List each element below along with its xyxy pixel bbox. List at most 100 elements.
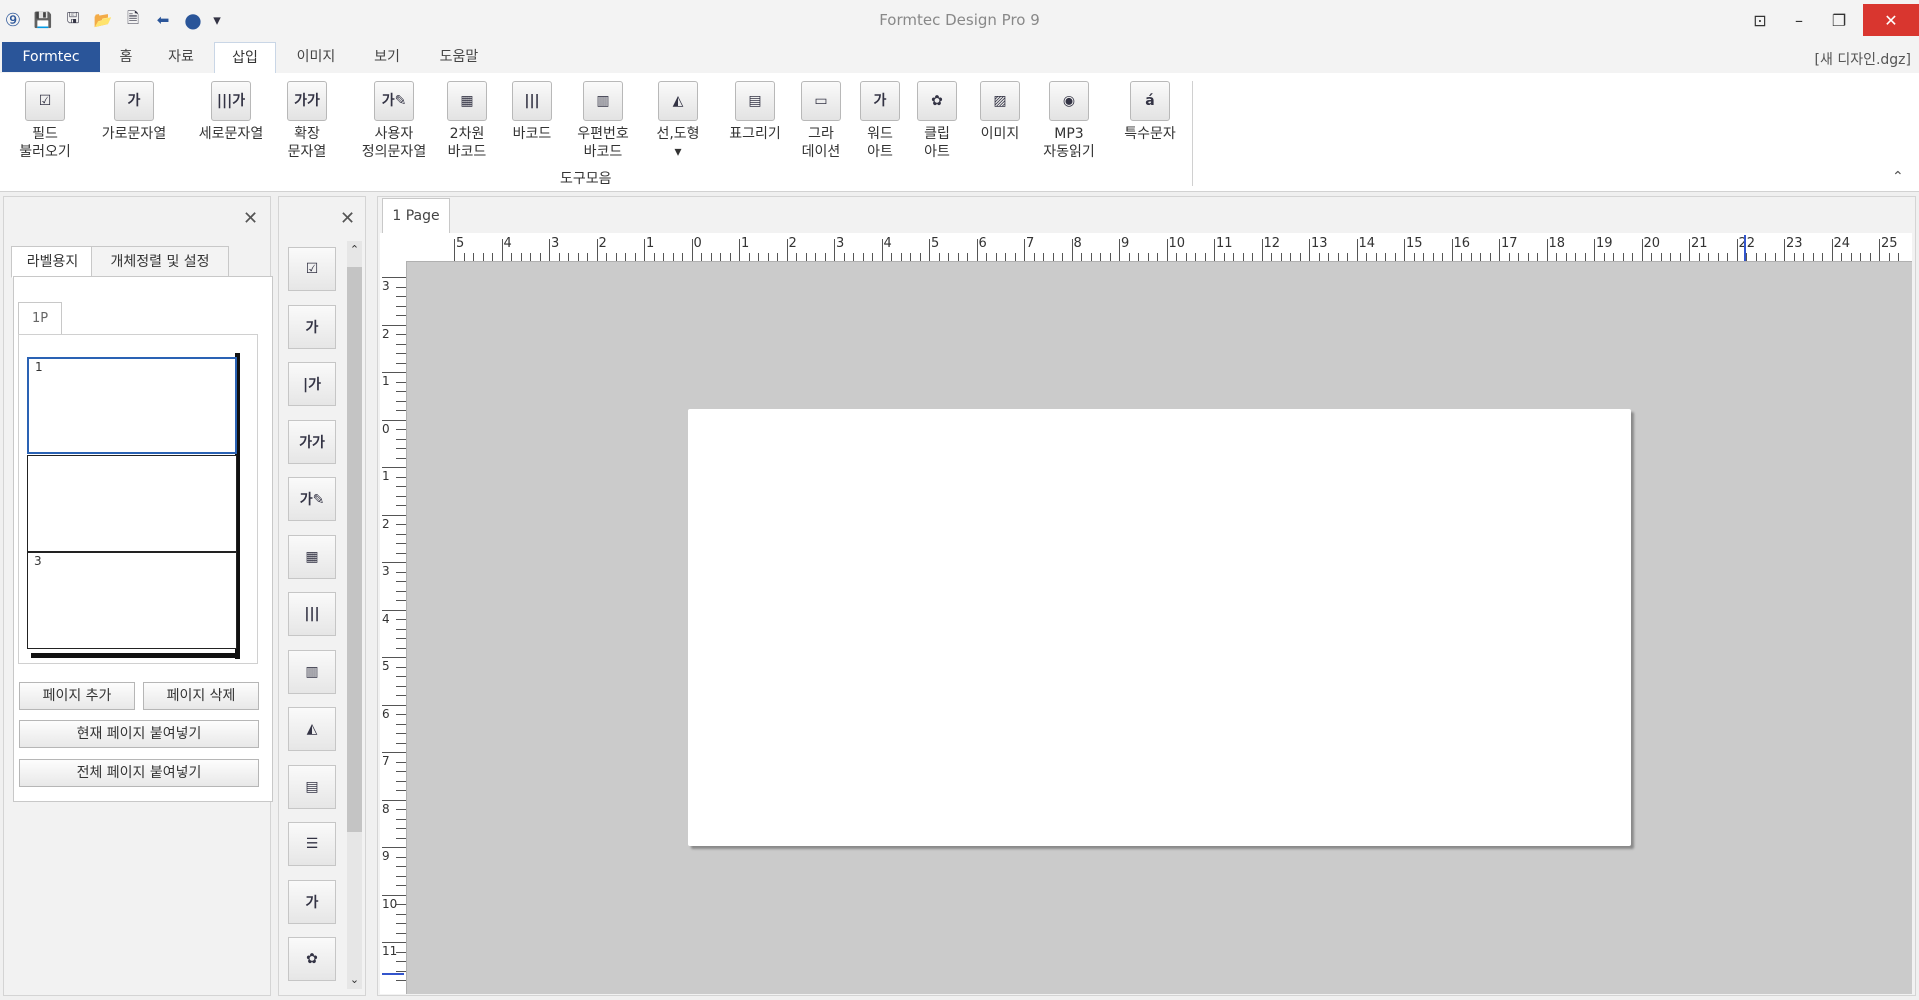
ruler-tick	[1527, 253, 1529, 261]
ruler-tick	[1394, 253, 1396, 261]
ruler-label: 2	[382, 326, 390, 341]
ruler-tick	[1432, 253, 1434, 261]
ruler-tick	[1119, 239, 1120, 261]
ruler-tick	[853, 253, 854, 261]
ruler-tick	[1499, 239, 1500, 261]
ribbon-button[interactable]: ☑ 필드 불러오기	[10, 81, 80, 161]
ruler-tick	[396, 809, 406, 810]
label-cell[interactable]: 1	[27, 357, 237, 454]
ruler-tick	[1024, 239, 1025, 261]
ruler-tick	[396, 970, 406, 972]
ribbon-button[interactable]: ◭ 선,도형 ▾	[648, 81, 708, 161]
ruler-label: 7	[1026, 236, 1035, 251]
tab-formtec[interactable]: Formtec	[2, 42, 100, 72]
tab-data[interactable]: 자료	[160, 42, 202, 72]
tool-panel-close-icon[interactable]: ✕	[340, 208, 355, 229]
ruler-tick	[530, 253, 531, 261]
tab-1-page[interactable]: 1 Page	[382, 198, 450, 233]
custom-text-tool[interactable]: 가✎	[288, 477, 336, 521]
barcode-tool[interactable]: |||	[288, 592, 336, 636]
ruler-tick	[396, 980, 406, 981]
vertical-text-tool[interactable]: |가	[288, 362, 336, 406]
tab-home[interactable]: 홈	[108, 42, 144, 72]
gradation-tool[interactable]: ☰	[288, 822, 336, 866]
ribbon-button[interactable]: 가가 확장 문자열	[282, 81, 332, 161]
clip-art-tool[interactable]: ✿	[288, 937, 336, 981]
ribbon-button[interactable]: ▤ 표그리기	[720, 81, 790, 143]
ribbon-button[interactable]: á 특수문자	[1110, 81, 1190, 143]
ribbon-button[interactable]: |||가 세로문자열	[186, 81, 276, 143]
qr-code-tool[interactable]: ▦	[288, 534, 336, 579]
ribbon-button[interactable]: ||| 바코드	[502, 81, 562, 143]
restore-button[interactable]: ❐	[1816, 4, 1862, 36]
delete-page-button[interactable]: 페이지 삭제	[143, 682, 259, 710]
paste-all-pages-button[interactable]: 전체 페이지 붙여넣기	[19, 759, 259, 787]
scroll-up-icon[interactable]: ⌃	[347, 243, 362, 256]
ribbon-button[interactable]: 가✎ 사용자 정의문자열	[354, 81, 434, 161]
label-sheet[interactable]	[688, 409, 1631, 846]
tab-insert[interactable]: 삽입	[214, 42, 276, 74]
tab-help[interactable]: 도움말	[430, 42, 488, 72]
horizontal-text-tool[interactable]: 가	[288, 304, 336, 349]
ruler-tick	[396, 362, 406, 364]
ruler-label: 13	[1311, 236, 1328, 251]
ribbon-button-label: 그라	[808, 126, 834, 142]
ribbon-button[interactable]: ▨ 이미지	[970, 81, 1030, 143]
scroll-down-icon[interactable]: ⌄	[347, 973, 362, 986]
word-art-tool[interactable]: 가	[288, 879, 336, 924]
extended-text-tool[interactable]: 가가	[288, 419, 336, 464]
ribbon-button-icon: 가	[114, 81, 154, 121]
ruler-tick	[396, 866, 406, 867]
ruler-tick	[1356, 239, 1358, 261]
ribbon-button[interactable]: ▥ 우편번호 바코드	[568, 81, 638, 161]
ruler-tick	[382, 942, 406, 943]
ribbon-collapse-icon[interactable]: ⌃	[1892, 169, 1904, 185]
paste-current-page-button[interactable]: 현재 페이지 붙여넣기	[19, 720, 259, 748]
ribbon-button-icon: ▭	[801, 81, 841, 121]
field-tool[interactable]: ☑	[288, 247, 336, 291]
label-cell[interactable]: 3	[27, 552, 237, 649]
ruler-label: 2	[382, 516, 390, 531]
ruler-tick	[1014, 253, 1016, 261]
shape-tool[interactable]: ◭	[288, 707, 336, 751]
ribbon-button-icon: |||가	[211, 81, 251, 121]
tab-view[interactable]: 보기	[365, 42, 409, 72]
tab-image[interactable]: 이미지	[288, 42, 344, 72]
ruler-tick	[786, 239, 788, 261]
tab-label-paper[interactable]: 라벨용지	[11, 246, 94, 278]
tab-object-align[interactable]: 개체정렬 및 설정	[91, 246, 229, 278]
ribbon-button[interactable]: ▭ 그라 데이션	[796, 81, 846, 161]
add-page-button[interactable]: 페이지 추가	[19, 682, 135, 710]
ribbon-group-label: 도구모음	[560, 171, 612, 187]
ribbon-button-icon: ▥	[583, 81, 623, 121]
label-cell[interactable]	[27, 455, 237, 552]
ruler-tick	[511, 253, 512, 261]
table-tool[interactable]: ▤	[288, 764, 336, 809]
postal-barcode-tool[interactable]: ▥	[288, 649, 336, 694]
ruler-tick	[382, 609, 406, 611]
ruler-tick	[1309, 239, 1310, 261]
ruler-tick	[382, 799, 406, 801]
ruler-tick	[396, 733, 406, 734]
panel-close-icon[interactable]: ✕	[243, 208, 258, 229]
ruler-tick	[1869, 253, 1871, 261]
ribbon-button-label: 확장	[294, 126, 320, 142]
close-button[interactable]: ✕	[1863, 4, 1919, 36]
ruler-tick	[396, 856, 406, 858]
ribbon-button[interactable]: 가 가로문자열	[94, 81, 174, 143]
tool-scrollbar-thumb[interactable]	[347, 267, 362, 832]
ribbon-button[interactable]: ✿ 클립 아트	[910, 81, 964, 161]
ruler-tick	[1860, 253, 1861, 261]
ruler-tick	[1204, 253, 1206, 261]
ruler-tick	[1043, 253, 1044, 261]
ruler-tick	[382, 372, 406, 373]
page-tab-1p[interactable]: 1P	[18, 302, 62, 335]
ruler-tick	[986, 253, 987, 261]
ribbon-button[interactable]: 가 워드 아트	[858, 81, 902, 161]
ruler-tick	[1708, 253, 1709, 261]
ruler-label: 0	[693, 236, 702, 251]
ribbon-button[interactable]: ◉ MP3 자동읽기	[1034, 81, 1104, 161]
ruler-tick	[396, 790, 406, 791]
ruler-label: 2	[788, 236, 797, 251]
ribbon-button[interactable]: ▦ 2차원 바코드	[442, 81, 492, 161]
